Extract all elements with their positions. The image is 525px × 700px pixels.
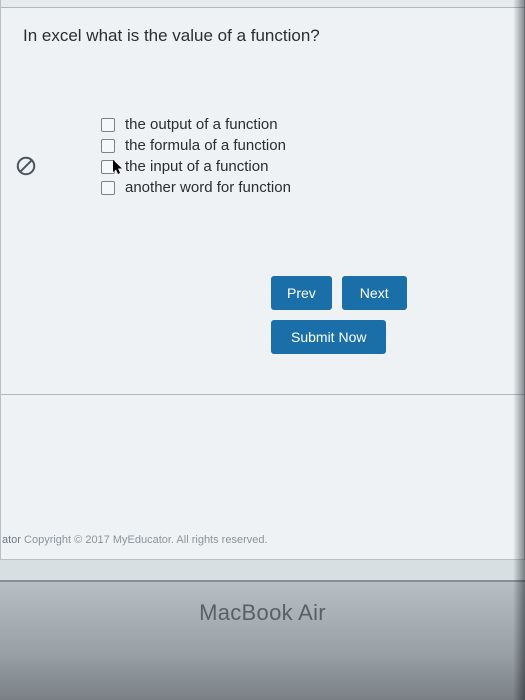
question-title: In excel what is the value of a function… [1,8,524,56]
next-button[interactable]: Next [342,276,407,310]
mouse-cursor-icon [113,160,125,176]
footer-prefix: ator [2,534,21,546]
no-entry-icon [15,155,37,177]
footer-copyright: ator Copyright © 2017 MyEducator. All ri… [0,530,270,550]
submit-button[interactable]: Submit Now [271,320,386,354]
option-label: the formula of a function [125,137,286,154]
checkbox-icon[interactable] [101,181,115,195]
prev-button[interactable]: Prev [271,276,332,310]
checkbox-icon[interactable] [101,118,115,132]
nav-button-row: Prev Next [271,276,407,310]
options-group: the output of a function the formula of … [101,116,524,196]
laptop-model-label: MacBook Air [199,600,326,626]
option-label: another word for function [125,179,291,196]
option-row[interactable]: another word for function [101,179,524,196]
option-label: the input of a function [125,158,268,175]
footer-text: Copyright © 2017 MyEducator. All rights … [21,534,268,546]
button-area: Prev Next Submit Now [271,276,524,354]
option-row[interactable]: the formula of a function [101,137,524,154]
quiz-panel: In excel what is the value of a function… [0,0,525,560]
option-row[interactable]: the input of a function [101,158,524,175]
option-label: the output of a function [125,116,278,133]
option-row[interactable]: the output of a function [101,116,524,133]
top-divider [1,0,524,8]
section-divider [1,394,524,395]
checkbox-icon[interactable] [101,139,115,153]
laptop-bezel: MacBook Air [0,580,525,700]
